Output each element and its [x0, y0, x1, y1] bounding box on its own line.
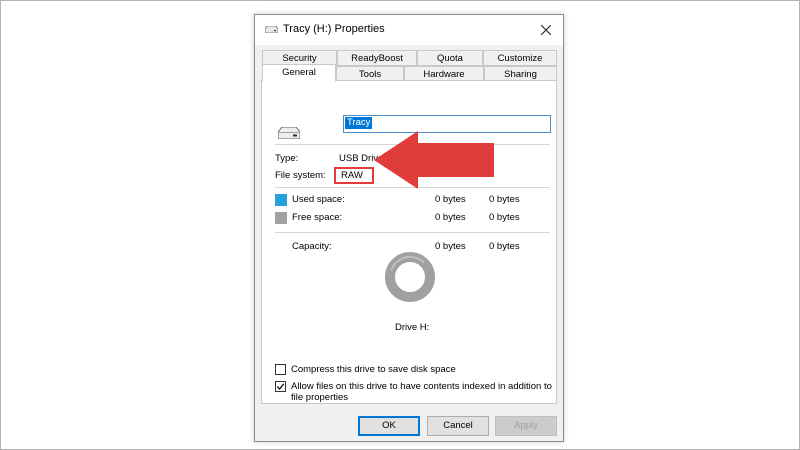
index-label-line1: Allow files on this drive to have conten… — [291, 381, 552, 392]
close-button[interactable] — [535, 19, 557, 41]
drive-name-text: Tracy — [345, 117, 373, 129]
capacity-label: Capacity: — [292, 241, 332, 252]
close-icon — [541, 25, 551, 35]
apply-button[interactable]: Apply — [495, 416, 557, 436]
used-space-label: Used space: — [292, 194, 345, 205]
general-panel: Tracy Type: USB Drive File system: RAW U… — [261, 80, 557, 404]
tab-quota[interactable]: Quota — [417, 50, 483, 66]
index-checkbox[interactable] — [275, 381, 286, 392]
compress-label: Compress this drive to save disk space — [291, 364, 456, 375]
used-space-bytes: 0 bytes — [435, 194, 466, 205]
free-space-swatch — [275, 212, 287, 224]
checkmark-icon — [276, 383, 285, 390]
capacity-donut-chart — [385, 252, 435, 302]
capacity-size: 0 bytes — [489, 241, 520, 252]
ok-button[interactable]: OK — [358, 416, 420, 436]
file-system-value: RAW — [334, 167, 374, 184]
capacity-bytes: 0 bytes — [435, 241, 466, 252]
drive-icon — [265, 26, 278, 33]
tab-readyboost[interactable]: ReadyBoost — [337, 50, 417, 66]
used-space-swatch — [275, 194, 287, 206]
tab-general[interactable]: General — [262, 64, 336, 82]
type-label: Type: — [275, 153, 299, 164]
title-bar[interactable]: Tracy (H:) Properties — [255, 15, 563, 45]
divider — [275, 232, 550, 233]
tab-customize[interactable]: Customize — [483, 50, 557, 66]
free-space-bytes: 0 bytes — [435, 212, 466, 223]
properties-dialog: Tracy (H:) Properties Security ReadyBoos… — [254, 14, 564, 442]
arrow-left-icon — [374, 131, 494, 189]
compress-checkbox[interactable] — [275, 364, 286, 375]
dialog-title: Tracy (H:) Properties — [283, 23, 385, 35]
index-label-line2: file properties — [291, 392, 349, 403]
drive-caption: Drive H: — [395, 322, 430, 333]
file-system-label: File system: — [275, 170, 326, 181]
cancel-button[interactable]: Cancel — [427, 416, 489, 436]
usb-drive-icon — [278, 127, 300, 139]
free-space-size: 0 bytes — [489, 212, 520, 223]
free-space-label: Free space: — [292, 212, 343, 223]
used-space-size: 0 bytes — [489, 194, 520, 205]
